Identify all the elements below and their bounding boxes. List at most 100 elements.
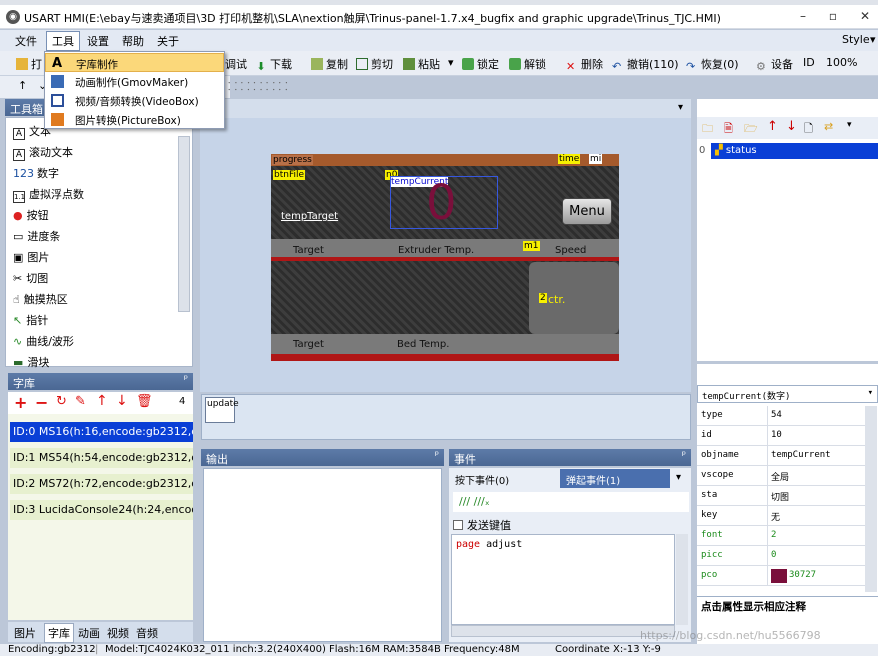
tool-button[interactable]: ● 按钮 — [13, 207, 49, 223]
delete-button[interactable]: ✕ 删除 — [566, 56, 603, 73]
event-code-editor[interactable]: page adjust — [451, 534, 675, 625]
selector-chevron-icon[interactable]: ▾ — [868, 388, 873, 398]
object-selector[interactable]: tempCurrent(数字) ▾ — [697, 385, 878, 403]
menu-item-font-maker[interactable]: A 字库制作 — [45, 53, 224, 72]
copy-button[interactable]: 复制 — [311, 56, 348, 72]
prop-row-pco[interactable]: pco 30727 — [697, 566, 865, 586]
menu-item-videobox[interactable]: 视频/音频转换(VideoBox) — [45, 91, 224, 110]
id-button[interactable]: ID — [803, 56, 815, 69]
tab-animation[interactable]: 动画 — [78, 625, 100, 641]
prop-row-vscope[interactable]: vscope 全局 — [697, 466, 865, 486]
copy-page-icon[interactable]: 🗋 — [804, 120, 813, 139]
align-up-icon[interactable]: ↑ — [18, 79, 27, 92]
refresh-icon[interactable]: ↻ — [56, 394, 67, 409]
close-button[interactable]: ✕ — [852, 9, 878, 25]
paste-dropdown-icon[interactable]: ▾ — [448, 56, 454, 69]
tool-crop[interactable]: ✂ 切图 — [13, 270, 48, 286]
canvas-dropdown-icon[interactable]: ▾ — [678, 102, 683, 113]
tool-slider[interactable]: ▬ 滑块 — [13, 354, 49, 370]
cut-button[interactable]: 剪切 — [356, 56, 393, 72]
open-button[interactable]: 打 — [16, 56, 42, 72]
menu-screen-button[interactable]: Menu — [562, 198, 612, 225]
tab-press-event[interactable]: 按下事件(0) — [455, 472, 509, 487]
insert-page-icon[interactable]: 🗁 — [744, 120, 758, 139]
prop-row-sta[interactable]: sta 切图 — [697, 486, 865, 506]
prop-row-picc[interactable]: picc 0 — [697, 546, 865, 566]
edit-icon[interactable]: ✎ — [75, 394, 86, 409]
tab-fonts[interactable]: 字库 — [44, 623, 74, 643]
menu-item-gmovmaker[interactable]: 动画制作(GmovMaker) — [45, 72, 224, 91]
font-row[interactable]: ID:0 MS16(h:16,encode:gb2312,qty:9 — [10, 422, 193, 442]
prop-row-key[interactable]: key 无 — [697, 506, 865, 526]
tool-pointer[interactable]: ↖ 指针 — [13, 312, 48, 328]
page-down-icon[interactable]: ↓ — [786, 119, 797, 134]
pco-color-swatch[interactable] — [771, 569, 787, 583]
events-dropdown-icon[interactable]: ▾ — [676, 472, 681, 483]
menu-settings[interactable]: 设置 — [87, 33, 109, 49]
pin-icon[interactable]: ᵖ — [184, 374, 188, 385]
tool-progress-bar[interactable]: ▭ 进度条 — [13, 228, 60, 244]
menu-about[interactable]: 关于 — [157, 33, 179, 49]
editor-vscroll[interactable] — [676, 534, 688, 625]
redo-button[interactable]: ↷ 恢复(0) — [686, 56, 739, 73]
add-page-icon[interactable]: 🗀 — [702, 120, 713, 139]
prop-row-objname[interactable]: objname tempCurrent — [697, 446, 865, 466]
align-tools-icon[interactable]: ⸬ ⸬ ⸬ ⸬ ⸬ — [228, 79, 288, 94]
pin-icon[interactable]: ᵖ — [682, 450, 686, 461]
delete-x-icon: ✕ — [566, 60, 576, 73]
tab-release-event[interactable]: 弹起事件(1) — [560, 469, 670, 488]
device-button[interactable]: ⚙ 设备 — [756, 56, 793, 73]
page-item-status[interactable]: ▞ status — [711, 143, 878, 159]
update-timer[interactable]: update — [205, 397, 239, 423]
tool-float[interactable]: 1.1 虚拟浮点数 — [13, 186, 84, 203]
tool-waveform[interactable]: ∿ 曲线/波形 — [13, 333, 74, 349]
lock-button[interactable]: 锁定 — [462, 56, 499, 72]
tab-video[interactable]: 视频 — [107, 625, 129, 641]
pages-dropdown-icon[interactable]: ▾ — [847, 120, 852, 130]
tool-scroll-text[interactable]: A 滚动文本 — [13, 144, 73, 161]
add-icon[interactable]: + — [14, 393, 27, 412]
tab-pictures[interactable]: 图片 — [14, 625, 36, 641]
style-chevron-icon[interactable]: ▾ — [870, 33, 876, 46]
font-row[interactable]: ID:1 MS54(h:54,encode:gb2312,qty:9 — [10, 448, 193, 468]
send-key-checkbox[interactable]: 发送键值 — [453, 517, 511, 533]
move-down-icon[interactable]: ↓ — [116, 393, 128, 409]
btnfile-label[interactable]: btnFile — [273, 170, 306, 180]
checkbox-box[interactable] — [453, 520, 463, 530]
minimize-button[interactable]: – — [790, 9, 816, 25]
undo-button[interactable]: ↶ 撤销(110) — [612, 56, 679, 73]
comment-icon[interactable]: /// ///ₓ — [459, 495, 490, 508]
menu-item-picturebox[interactable]: 图片转换(PictureBox) — [45, 110, 224, 129]
style-menu[interactable]: Style — [842, 33, 870, 46]
temptarget-label[interactable]: tempTarget — [281, 211, 338, 222]
import-page-icon[interactable]: ⇄ — [824, 120, 833, 133]
prop-row-font[interactable]: font 2 — [697, 526, 865, 546]
menu-file[interactable]: 文件 — [15, 33, 37, 49]
toolbox-scrollbar[interactable] — [178, 136, 190, 312]
hmi-screen-preview[interactable]: progress time mi btnFile n0 tempCurrent … — [271, 154, 619, 361]
tool-picture[interactable]: ▣ 图片 — [13, 249, 49, 265]
menu-tools[interactable]: 工具 — [46, 31, 80, 51]
delete-page-icon[interactable]: 🗎 — [724, 120, 733, 139]
trash-icon[interactable]: 🗑 — [136, 394, 153, 409]
output-area[interactable] — [203, 468, 442, 642]
unlock-button[interactable]: 解锁 — [509, 56, 546, 72]
tool-hotspot[interactable]: ☝ 触摸热区 — [13, 291, 68, 307]
remove-icon[interactable]: − — [35, 393, 48, 412]
page-up-icon[interactable]: ↑ — [767, 119, 778, 134]
font-row[interactable]: ID:3 LucidaConsole24(h:24,encode:g — [10, 500, 193, 520]
tool-number[interactable]: 123 数字 — [13, 165, 59, 181]
pin-icon[interactable]: ᵖ — [435, 450, 439, 461]
download-button[interactable]: ⬇ 下载 — [255, 56, 292, 73]
tab-audio[interactable]: 音频 — [136, 625, 158, 641]
prop-row-type[interactable]: type 54 — [697, 406, 865, 426]
font-row[interactable]: ID:2 MS72(h:72,encode:gb2312,qty:9 — [10, 474, 193, 494]
maximize-button[interactable]: ▫ — [820, 9, 846, 25]
zoom-level[interactable]: 100% — [826, 56, 857, 69]
prop-row-id[interactable]: id 10 — [697, 426, 865, 446]
debug-button[interactable]: 调试 — [225, 56, 247, 72]
properties-scrollbar[interactable] — [865, 406, 877, 592]
menu-help[interactable]: 帮助 — [122, 33, 144, 49]
paste-button[interactable]: 粘贴 — [403, 56, 440, 72]
move-up-icon[interactable]: ↑ — [96, 393, 108, 409]
